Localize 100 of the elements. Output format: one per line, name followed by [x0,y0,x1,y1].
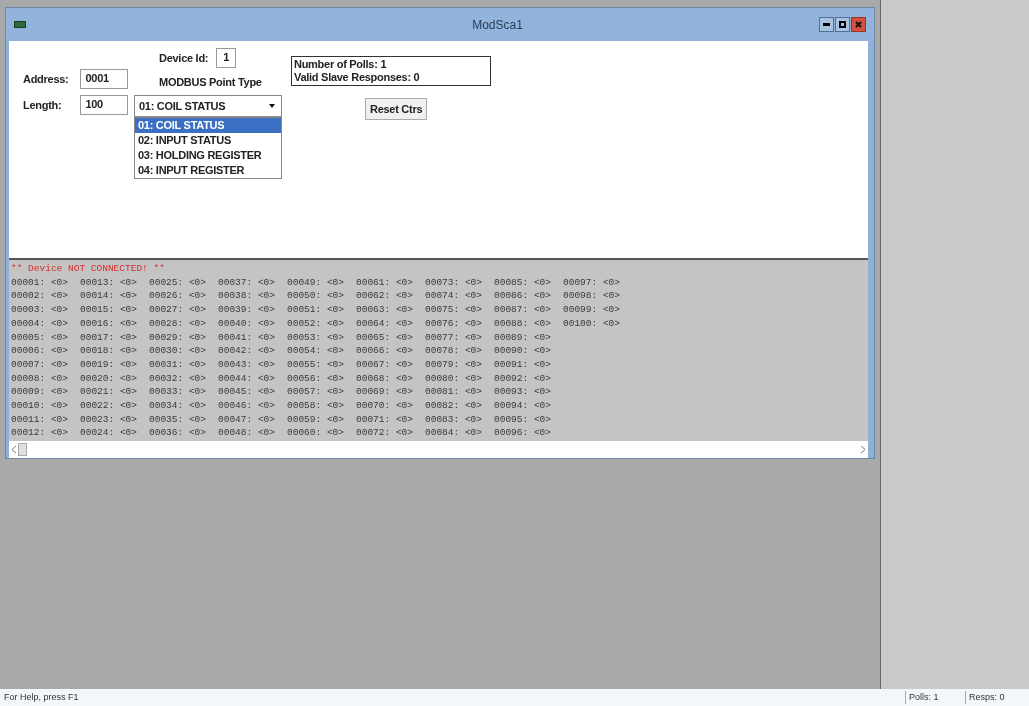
register-value: 00014: <0> [80,289,138,304]
register-value: 00076: <0> [425,316,483,331]
register-value: 00028: <0> [149,316,207,331]
register-value: 00001: <0> [11,275,69,290]
register-value: 00067: <0> [356,357,414,372]
register-value: 00079: <0> [425,357,483,372]
register-value: 00086: <0> [494,289,552,304]
register-value: 00065: <0> [356,330,414,345]
register-value: 00095: <0> [494,412,552,427]
register-value: 00098: <0> [563,289,621,304]
register-value: 00037: <0> [218,275,276,290]
point-type-dropdown[interactable]: 01: COIL STATUS [134,95,282,117]
scrollbar-thumb[interactable] [18,443,27,456]
register-value: 00022: <0> [80,399,138,413]
register-value: 00011: <0> [11,412,69,427]
point-type-label: MODBUS Point Type [159,75,262,90]
register-value: 00087: <0> [494,303,552,317]
register-value: 00026: <0> [149,289,207,304]
register-value: 00032: <0> [149,371,207,386]
register-value: 00085: <0> [494,275,552,290]
register-value: 00018: <0> [80,344,138,358]
register-value: 00078: <0> [425,344,483,358]
scroll-right-icon[interactable] [861,446,865,453]
register-value: 00031: <0> [149,357,207,372]
register-value: 00004: <0> [11,316,69,331]
help-text: For Help, press F1 [4,690,80,704]
register-value: 00016: <0> [80,316,138,331]
register-value: 00019: <0> [80,357,138,372]
register-value: 00064: <0> [356,316,414,331]
register-value: 00006: <0> [11,344,69,358]
register-value: 00083: <0> [425,412,483,427]
register-value: 00080: <0> [425,371,483,386]
register-value: 00093: <0> [494,385,552,400]
register-value: 00052: <0> [287,316,345,331]
register-value: 00044: <0> [218,371,276,386]
register-value: 00096: <0> [494,426,552,441]
register-value: 00040: <0> [218,316,276,331]
register-value: 00007: <0> [11,357,69,372]
minimize-button[interactable] [819,17,834,32]
register-value: 00020: <0> [80,371,138,386]
register-value: 00057: <0> [287,385,345,400]
dropdown-option[interactable]: 02: INPUT STATUS [135,133,281,148]
register-value: 00077: <0> [425,330,483,345]
register-value: 00015: <0> [80,303,138,317]
dropdown-option[interactable]: 04: INPUT REGISTER [135,163,281,178]
register-value: 00049: <0> [287,275,345,290]
register-value: 00081: <0> [425,385,483,400]
dropdown-option[interactable]: 01: COIL STATUS [135,118,281,133]
horizontal-scrollbar[interactable] [9,441,868,458]
length-field[interactable]: 100 [80,95,129,115]
scroll-left-icon[interactable] [12,446,16,453]
device-id-field[interactable]: 1 [216,48,237,68]
register-value: 00097: <0> [563,275,621,290]
register-value: 00053: <0> [287,330,345,345]
register-value: 00071: <0> [356,412,414,427]
register-value: 00012: <0> [11,426,69,441]
register-value: 00005: <0> [11,330,69,345]
register-value: 00027: <0> [149,303,207,317]
counter-text: Valid Slave Responses: 0 [294,71,421,84]
register-value: 00023: <0> [80,412,138,427]
register-value: 00045: <0> [218,385,276,400]
register-value: 00072: <0> [356,426,414,441]
reset-counters-button[interactable]: Reset Ctrs [365,98,428,120]
register-value: 00042: <0> [218,344,276,358]
register-value: 00029: <0> [149,330,207,345]
register-value: 00061: <0> [356,275,414,290]
register-value: 00024: <0> [80,426,138,441]
register-value: 00068: <0> [356,371,414,386]
register-value: 00050: <0> [287,289,345,304]
register-value: 00017: <0> [80,330,138,345]
register-value: 00046: <0> [218,399,276,413]
register-value: 00009: <0> [11,385,69,400]
register-value: 00062: <0> [356,289,414,304]
maximize-button[interactable] [835,17,850,32]
register-value: 00082: <0> [425,399,483,413]
register-value: 00060: <0> [287,426,345,441]
register-value: 00002: <0> [11,289,69,304]
register-value: 00010: <0> [11,399,69,413]
close-button[interactable] [851,17,866,32]
register-value: 00074: <0> [425,289,483,304]
register-value: 00035: <0> [149,412,207,427]
dropdown-option[interactable]: 03: HOLDING REGISTER [135,148,281,163]
register-value: 00091: <0> [494,357,552,372]
register-value: 00013: <0> [80,275,138,290]
register-value: 00063: <0> [356,303,414,317]
register-value: 00100: <0> [563,316,621,331]
register-value: 00089: <0> [494,330,552,345]
register-value: 00036: <0> [149,426,207,441]
register-value: 00003: <0> [11,303,69,317]
register-value: 00056: <0> [287,371,345,386]
register-value: 00033: <0> [149,385,207,400]
register-value: 00088: <0> [494,316,552,331]
register-value: 00090: <0> [494,344,552,358]
register-value: 00043: <0> [218,357,276,372]
register-value: 00047: <0> [218,412,276,427]
register-value: 00073: <0> [425,275,483,290]
address-field[interactable]: 0001 [80,69,129,89]
address-label: Address: [23,71,69,87]
register-value: 00092: <0> [494,371,552,386]
register-value: 00021: <0> [80,385,138,400]
